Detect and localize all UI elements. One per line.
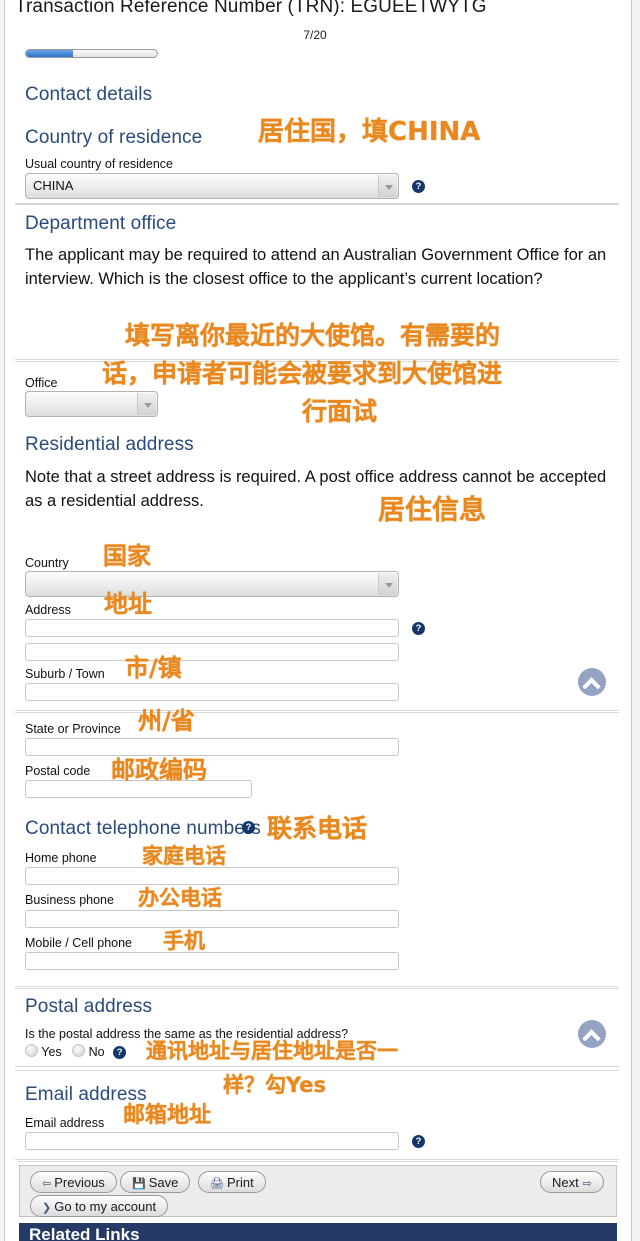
help-icon-address[interactable]: ? (412, 622, 425, 635)
label-usual-country-of-residence: Usual country of residence (25, 157, 173, 171)
chevron-down-icon (378, 573, 397, 595)
input-state-or-province[interactable] (25, 738, 399, 756)
annotation-country-of-residence: 居住国，填CHINA (258, 117, 481, 147)
annotation-postal-address-line1: 通讯地址与居住地址是否一 (146, 1039, 398, 1063)
select-usual-country-value: CHINA (33, 178, 74, 193)
help-icon-country-of-residence[interactable]: ? (412, 180, 425, 193)
related-links-bar: Related Links (19, 1223, 617, 1241)
label-business-phone: Business phone (25, 893, 114, 907)
print-button-label: Print (226, 1175, 254, 1190)
application-page: Transaction Reference Number (TRN): EGUE… (0, 0, 640, 1241)
input-home-phone[interactable] (25, 867, 399, 885)
previous-button-label: Previous (54, 1175, 105, 1190)
annotation-contact-telephone: 联系电话 (267, 814, 368, 843)
annotation-department-office-line2: 话，申请者可能会被要求到大使馆进 (102, 359, 503, 388)
heading-department-office: Department office (25, 213, 177, 234)
label-home-phone: Home phone (25, 851, 97, 865)
input-business-phone[interactable] (25, 910, 399, 928)
input-address-line-2[interactable] (25, 643, 399, 661)
arrow-right-icon: ⇨ (582, 1178, 592, 1190)
heading-postal-address: Postal address (25, 996, 153, 1017)
select-country[interactable] (25, 571, 399, 597)
help-icon-email-address[interactable]: ? (412, 1135, 425, 1148)
chevron-down-icon (137, 393, 156, 415)
annotation-postal-code: 邮政编码 (111, 756, 207, 784)
radio-no[interactable] (72, 1044, 86, 1057)
transaction-reference-header: Transaction Reference Number (TRN): EGUE… (15, 0, 615, 24)
next-button-label: Next (552, 1175, 579, 1190)
divider (19, 1161, 617, 1162)
annotation-mobile-phone: 手机 (163, 929, 205, 953)
annotation-state-or-province: 州/省 (138, 707, 195, 735)
label-state-or-province: State or Province (25, 722, 121, 736)
annotation-department-office-line1: 填写离你最近的大使馆。有需要的 (125, 321, 501, 350)
trn-text: Transaction Reference Number (TRN): EGUE… (15, 0, 487, 17)
chevron-right-icon: ❯ (42, 1202, 52, 1214)
annotation-residential-address: 居住信息 (378, 495, 486, 526)
label-no: No (88, 1045, 105, 1059)
input-suburb-town[interactable] (25, 683, 399, 701)
section-state-postal-phones: State or Province Postal code Contact te… (15, 712, 619, 987)
page-counter: 7/20 (303, 28, 327, 42)
heading-country-of-residence: Country of residence (25, 127, 203, 148)
scroll-to-top-button-1[interactable] (578, 668, 606, 696)
label-suburb-town: Suburb / Town (25, 667, 105, 681)
label-email-address: Email address (25, 1116, 105, 1130)
printer-icon: 🖨 (210, 1178, 224, 1190)
next-button[interactable]: Next ⇨ (540, 1171, 604, 1193)
previous-button[interactable]: ⇦ Previous (30, 1171, 117, 1193)
annotation-business-phone: 办公电话 (138, 886, 222, 910)
label-mobile-cell-phone: Mobile / Cell phone (25, 936, 133, 950)
radio-yes[interactable] (25, 1044, 38, 1057)
arrow-left-icon: ⇦ (42, 1178, 52, 1190)
radio-group-postal-same: Yes No ? (25, 1044, 127, 1060)
annotation-home-phone: 家庭电话 (142, 844, 226, 868)
heading-contact-telephone-numbers: Contact telephone numbers (25, 818, 261, 839)
floppy-disk-icon: 💾 (132, 1178, 146, 1190)
heading-contact-details: Contact details (25, 84, 153, 105)
annotation-postal-address-line2: 样？勾Yes (223, 1073, 327, 1097)
label-country: Country (25, 556, 69, 570)
go-to-my-account-label: Go to my account (54, 1199, 157, 1214)
form-action-bar: ⇦ Previous 💾 Save 🖨 Print ❯ Go to my account… (19, 1165, 617, 1217)
text-department-office-description: The applicant may be required to attend … (25, 246, 607, 288)
help-icon-postal-address[interactable]: ? (113, 1046, 127, 1060)
input-address-line-1[interactable] (25, 619, 399, 637)
annotation-department-office-line3: 行面试 (302, 397, 378, 426)
label-yes: Yes (41, 1045, 62, 1059)
annotation-suburb-town: 市/镇 (125, 654, 182, 682)
browser-content-frame: Transaction Reference Number (TRN): EGUE… (4, 0, 632, 1241)
select-usual-country-of-residence[interactable]: CHINA (25, 173, 399, 199)
input-email-address[interactable] (25, 1132, 399, 1150)
save-button[interactable]: 💾 Save (120, 1171, 191, 1193)
input-mobile-cell-phone[interactable] (25, 952, 399, 970)
go-to-my-account-button[interactable]: ❯ Go to my account (30, 1195, 169, 1217)
related-links-title: Related Links (29, 1225, 140, 1241)
save-button-label: Save (148, 1175, 179, 1190)
label-postal-code: Postal code (25, 764, 91, 778)
help-icon-contact-telephone[interactable]: ? (242, 821, 255, 834)
annotation-address: 地址 (104, 590, 152, 618)
print-button[interactable]: 🖨 Print (198, 1171, 266, 1193)
label-address: Address (25, 603, 71, 617)
heading-residential-address: Residential address (25, 434, 194, 455)
chevron-down-icon (378, 175, 397, 197)
annotation-email-address: 邮箱地址 (123, 1103, 212, 1128)
scroll-to-top-button-2[interactable] (578, 1020, 606, 1048)
text-residential-address-note: Note that a street address is required. … (25, 468, 607, 510)
annotation-country: 国家 (103, 542, 151, 570)
progress-bar-fill (26, 50, 74, 57)
label-office: Office (25, 376, 58, 390)
select-office[interactable] (25, 391, 158, 417)
progress-bar (25, 49, 158, 58)
